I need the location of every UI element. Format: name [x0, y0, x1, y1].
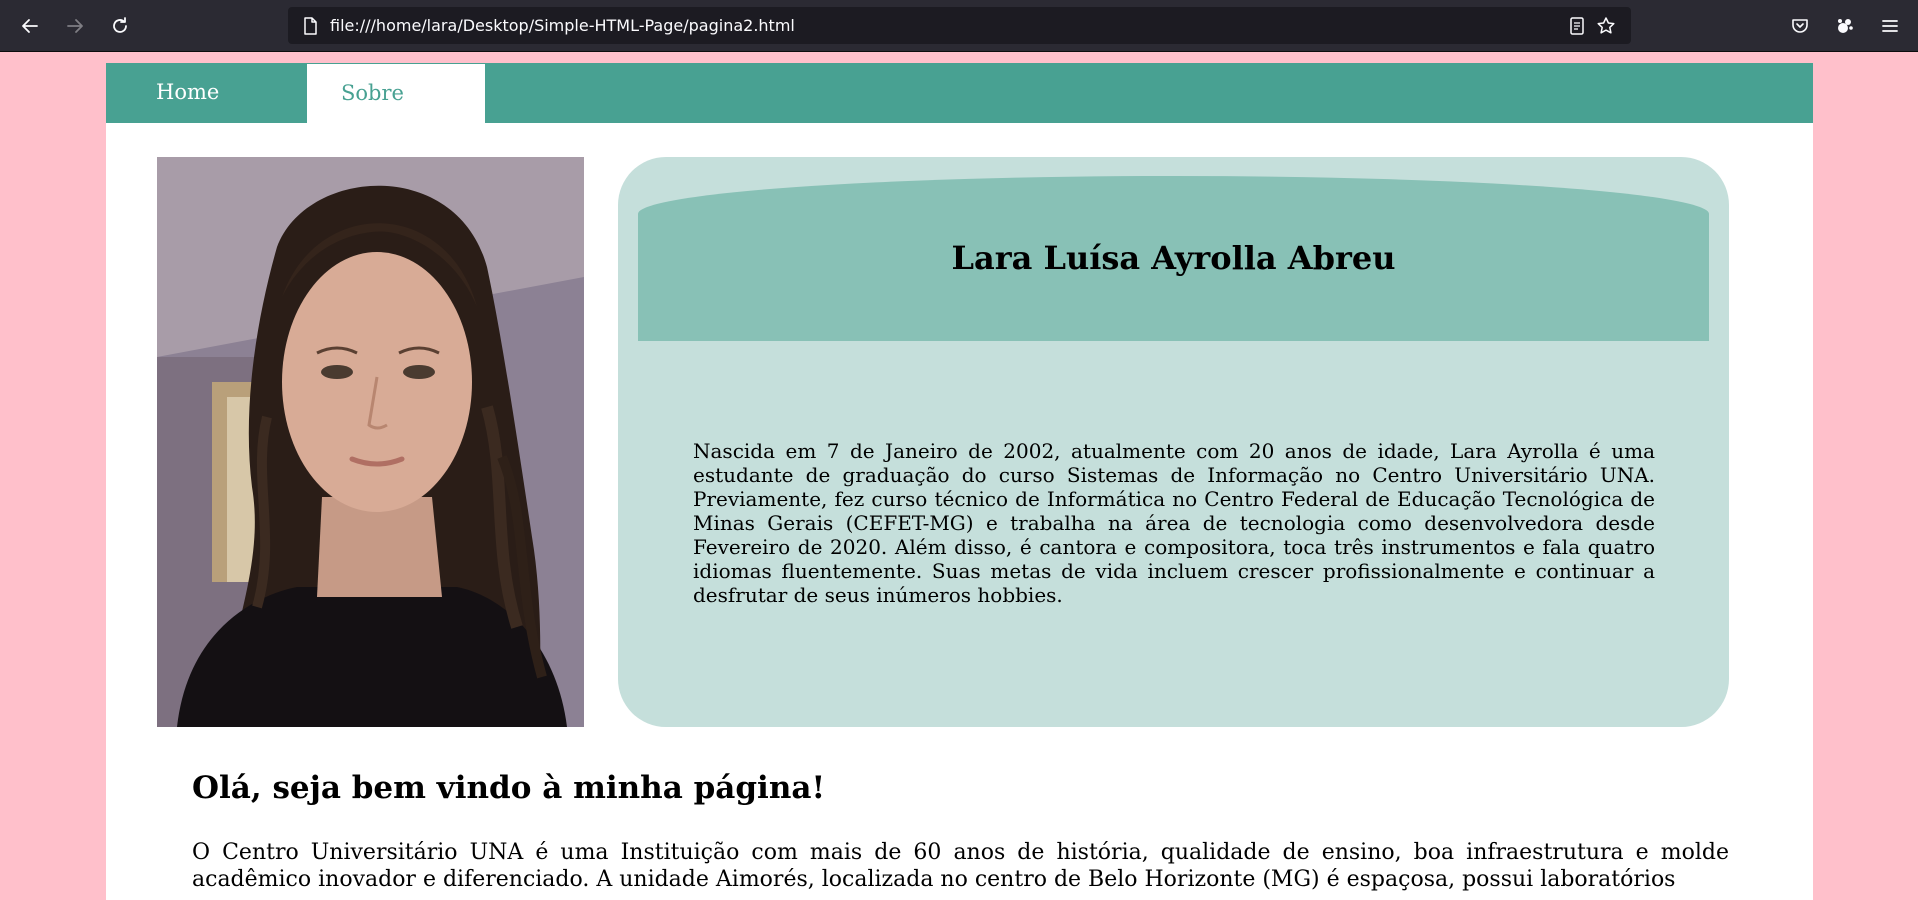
intro-paragraph: O Centro Universitário UNA é uma Institu… [192, 840, 1729, 892]
profile-bio: Nascida em 7 de Janeiro de 2002, atualme… [693, 439, 1655, 607]
page-container: Home Sobre Lara Luísa Ayrolla Abreu Nasc… [106, 63, 1813, 900]
back-arrow-icon[interactable] [14, 10, 46, 42]
profile-card-header: Lara Luísa Ayrolla Abreu [638, 176, 1709, 341]
welcome-heading: Olá, seja bem vindo à minha página! [192, 770, 826, 806]
address-bar[interactable]: file:///home/lara/Desktop/Simple-HTML-Pa… [288, 7, 1631, 44]
nav-item-home[interactable]: Home [106, 63, 306, 123]
extension-icon[interactable] [1829, 10, 1861, 42]
profile-name: Lara Luísa Ayrolla Abreu [951, 239, 1396, 277]
browser-toolbar: file:///home/lara/Desktop/Simple-HTML-Pa… [0, 0, 1918, 52]
profile-photo [157, 157, 584, 727]
nav-item-sobre[interactable]: Sobre [307, 64, 485, 123]
reader-view-icon[interactable] [1567, 16, 1587, 36]
top-navigation: Home Sobre [106, 63, 1813, 123]
profile-card: Lara Luísa Ayrolla Abreu Nascida em 7 de… [618, 157, 1729, 727]
url-text[interactable]: file:///home/lara/Desktop/Simple-HTML-Pa… [330, 7, 795, 44]
page-icon [304, 17, 317, 35]
forward-arrow-icon[interactable] [59, 10, 91, 42]
bookmark-star-icon[interactable] [1596, 16, 1616, 36]
pocket-icon[interactable] [1784, 10, 1816, 42]
reload-icon[interactable] [104, 10, 136, 42]
hamburger-menu-icon[interactable] [1874, 10, 1906, 42]
